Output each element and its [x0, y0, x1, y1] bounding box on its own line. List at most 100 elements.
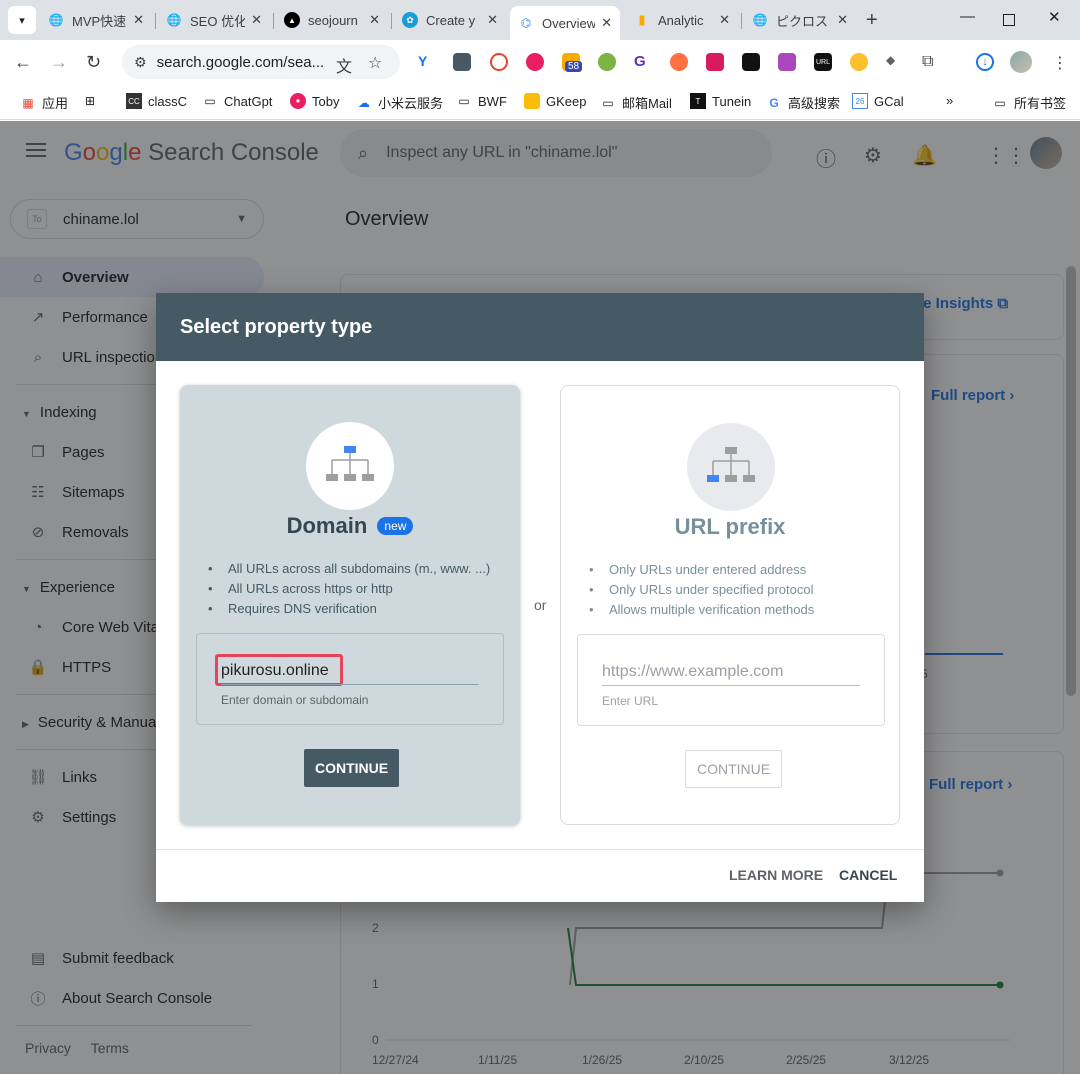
- search-console-icon: ⌬: [520, 16, 532, 30]
- tab-close-icon[interactable]: ✕: [133, 12, 144, 28]
- new-tab-button[interactable]: +: [866, 9, 878, 32]
- tab-close-icon[interactable]: ✕: [369, 12, 380, 28]
- analytics-icon: ▮: [638, 12, 646, 27]
- url-prefix-feature: Only URLs under entered address: [589, 560, 814, 580]
- bookmark-advanced-search[interactable]: G 高级搜索: [766, 93, 840, 112]
- forward-button[interactable]: →: [50, 52, 68, 73]
- translate-icon[interactable]: 文: [336, 53, 352, 77]
- browser-tab-4[interactable]: ✿ Create y ✕: [394, 6, 506, 34]
- reload-button[interactable]: ↻: [86, 52, 101, 73]
- url-prefix-continue-button[interactable]: CONTINUE: [685, 750, 783, 788]
- maximize-button[interactable]: [1003, 14, 1015, 26]
- learn-more-button[interactable]: LEARN MORE: [729, 867, 823, 883]
- extension-g-icon[interactable]: G: [634, 53, 652, 71]
- close-window-button[interactable]: ✕: [1048, 8, 1061, 26]
- profile-avatar[interactable]: [1010, 51, 1032, 73]
- or-separator: or: [534, 597, 547, 613]
- site-info-icon[interactable]: ⚙: [134, 54, 147, 71]
- browser-tab-strip: ▾ 🌐 MVP快速 ✕ 🌐 SEO 优化 ✕ ▲ seojourn ✕ ✿ Cr…: [0, 0, 1080, 40]
- bookmark-grid[interactable]: ⊞: [82, 93, 104, 109]
- domain-feature: All URLs across all subdomains (m., www.…: [208, 559, 490, 579]
- url-input-hint: Enter URL: [602, 694, 659, 708]
- extension-black-icon[interactable]: [742, 53, 760, 71]
- extension-red-icon[interactable]: [706, 53, 724, 71]
- folder-icon: ▭: [204, 94, 216, 108]
- extension-orange-icon[interactable]: [670, 53, 688, 71]
- folder-icon: ▭: [602, 95, 614, 110]
- bookmark-bwf[interactable]: ▭ BWF: [456, 93, 507, 109]
- extension-badge: 58: [565, 61, 583, 72]
- bookmark-all[interactable]: ▭ 所有书签: [992, 93, 1066, 112]
- bookmark-xiaomi[interactable]: ☁ 小米云服务: [356, 93, 443, 112]
- extension-url-icon[interactable]: URL: [814, 53, 832, 71]
- app-icon: ✿: [402, 12, 418, 28]
- calendar-icon: 26: [852, 93, 868, 109]
- google-g-icon: G: [769, 95, 779, 110]
- new-badge: new: [377, 517, 414, 535]
- tab-close-icon[interactable]: ✕: [837, 12, 848, 28]
- star-icon[interactable]: ☆: [368, 53, 382, 73]
- triangle-logo-icon: ▲: [284, 12, 300, 28]
- globe-icon: 🌐: [166, 13, 182, 27]
- input-highlight-annotation: [215, 654, 343, 686]
- tab-close-icon[interactable]: ✕: [487, 12, 498, 28]
- url-prefix-sitemap-icon: [687, 423, 775, 511]
- bookmarks-overflow-chevron-icon[interactable]: »: [946, 93, 953, 108]
- extension-pin-icon[interactable]: [490, 53, 508, 71]
- domain-continue-button[interactable]: CONTINUE: [304, 749, 400, 787]
- bookmark-mail[interactable]: ▭ 邮箱Mail: [600, 93, 672, 112]
- folder-icon: ▭: [994, 95, 1006, 110]
- url-prefix-feature: Allows multiple verification methods: [589, 600, 814, 620]
- extension-books-icon[interactable]: [453, 53, 471, 71]
- extension-yellow-icon[interactable]: [850, 53, 868, 71]
- extension-diamond-icon[interactable]: ◆: [886, 53, 904, 71]
- url-input-box[interactable]: https://www.example.com Enter URL: [577, 634, 885, 726]
- browser-tab-6[interactable]: ▮ Analytic ✕: [626, 6, 738, 34]
- extension-y-icon[interactable]: Y: [418, 53, 436, 71]
- grid-icon: ⊞: [84, 94, 96, 108]
- bookmark-tunein[interactable]: T Tunein: [690, 93, 751, 109]
- dialog-header: Select property type: [156, 293, 924, 361]
- extension-figma-icon[interactable]: [778, 53, 796, 71]
- classc-icon: CC: [126, 93, 142, 109]
- tab-close-icon[interactable]: ✕: [251, 12, 262, 28]
- toby-icon: •: [290, 93, 306, 109]
- globe-icon: 🌐: [752, 13, 768, 27]
- domain-option-card[interactable]: Domain new All URLs across all subdomain…: [180, 385, 520, 825]
- extension-pink-icon[interactable]: [526, 53, 544, 71]
- extension-green-icon[interactable]: [598, 53, 616, 71]
- browser-toolbar: ← → ↻ ⚙ search.google.com/sea... 文 ☆ Y 5…: [0, 40, 1080, 86]
- browser-tab-1[interactable]: 🌐 MVP快速 ✕: [40, 6, 152, 34]
- chrome-menu-icon[interactable]: ⋮: [1052, 53, 1068, 73]
- url-prefix-feature-list: Only URLs under entered address Only URL…: [589, 560, 814, 620]
- tab-close-icon[interactable]: ✕: [601, 15, 612, 31]
- tab-close-icon[interactable]: ✕: [719, 12, 730, 28]
- url-prefix-option-card[interactable]: URL prefix Only URLs under entered addre…: [560, 385, 900, 825]
- browser-tab-2[interactable]: 🌐 SEO 优化 ✕: [158, 6, 270, 34]
- domain-input-box[interactable]: pikurosu.online Enter domain or subdomai…: [196, 633, 504, 725]
- globe-icon: 🌐: [48, 13, 64, 27]
- domain-feature: All URLs across https or http: [208, 579, 490, 599]
- download-icon[interactable]: ↓: [976, 53, 994, 71]
- select-property-dialog: Select property type Domain new All URLs…: [156, 293, 924, 902]
- bookmark-gkeep[interactable]: GKeep: [524, 93, 586, 109]
- browser-tab-3[interactable]: ▲ seojourn ✕: [276, 6, 388, 34]
- xiaomi-cloud-icon: ☁: [358, 95, 370, 110]
- address-bar[interactable]: ⚙ search.google.com/sea...: [122, 45, 400, 79]
- cancel-button[interactable]: CANCEL: [839, 867, 897, 883]
- url-input[interactable]: https://www.example.com: [602, 663, 783, 681]
- domain-feature: Requires DNS verification: [208, 599, 490, 619]
- bookmark-chatgpt[interactable]: ▭ ChatGpt: [202, 93, 272, 109]
- browser-tab-5-active[interactable]: ⌬ Overview ✕: [510, 6, 620, 40]
- minimize-button[interactable]: —: [960, 8, 975, 25]
- bookmark-toby[interactable]: • Toby: [290, 93, 339, 109]
- browser-tab-7[interactable]: 🌐 ピクロス ✕: [744, 6, 856, 34]
- bookmark-apps[interactable]: ▦ 应用: [20, 93, 68, 112]
- bookmark-classc[interactable]: CC classC: [126, 93, 187, 109]
- back-button[interactable]: ←: [14, 52, 32, 73]
- tab-search-dropdown[interactable]: ▾: [8, 6, 36, 34]
- domain-feature-list: All URLs across all subdomains (m., www.…: [208, 559, 490, 619]
- tunein-icon: T: [690, 93, 706, 109]
- extensions-puzzle-icon[interactable]: ⧉: [922, 53, 940, 71]
- bookmark-gcal[interactable]: 26 GCal: [852, 93, 904, 109]
